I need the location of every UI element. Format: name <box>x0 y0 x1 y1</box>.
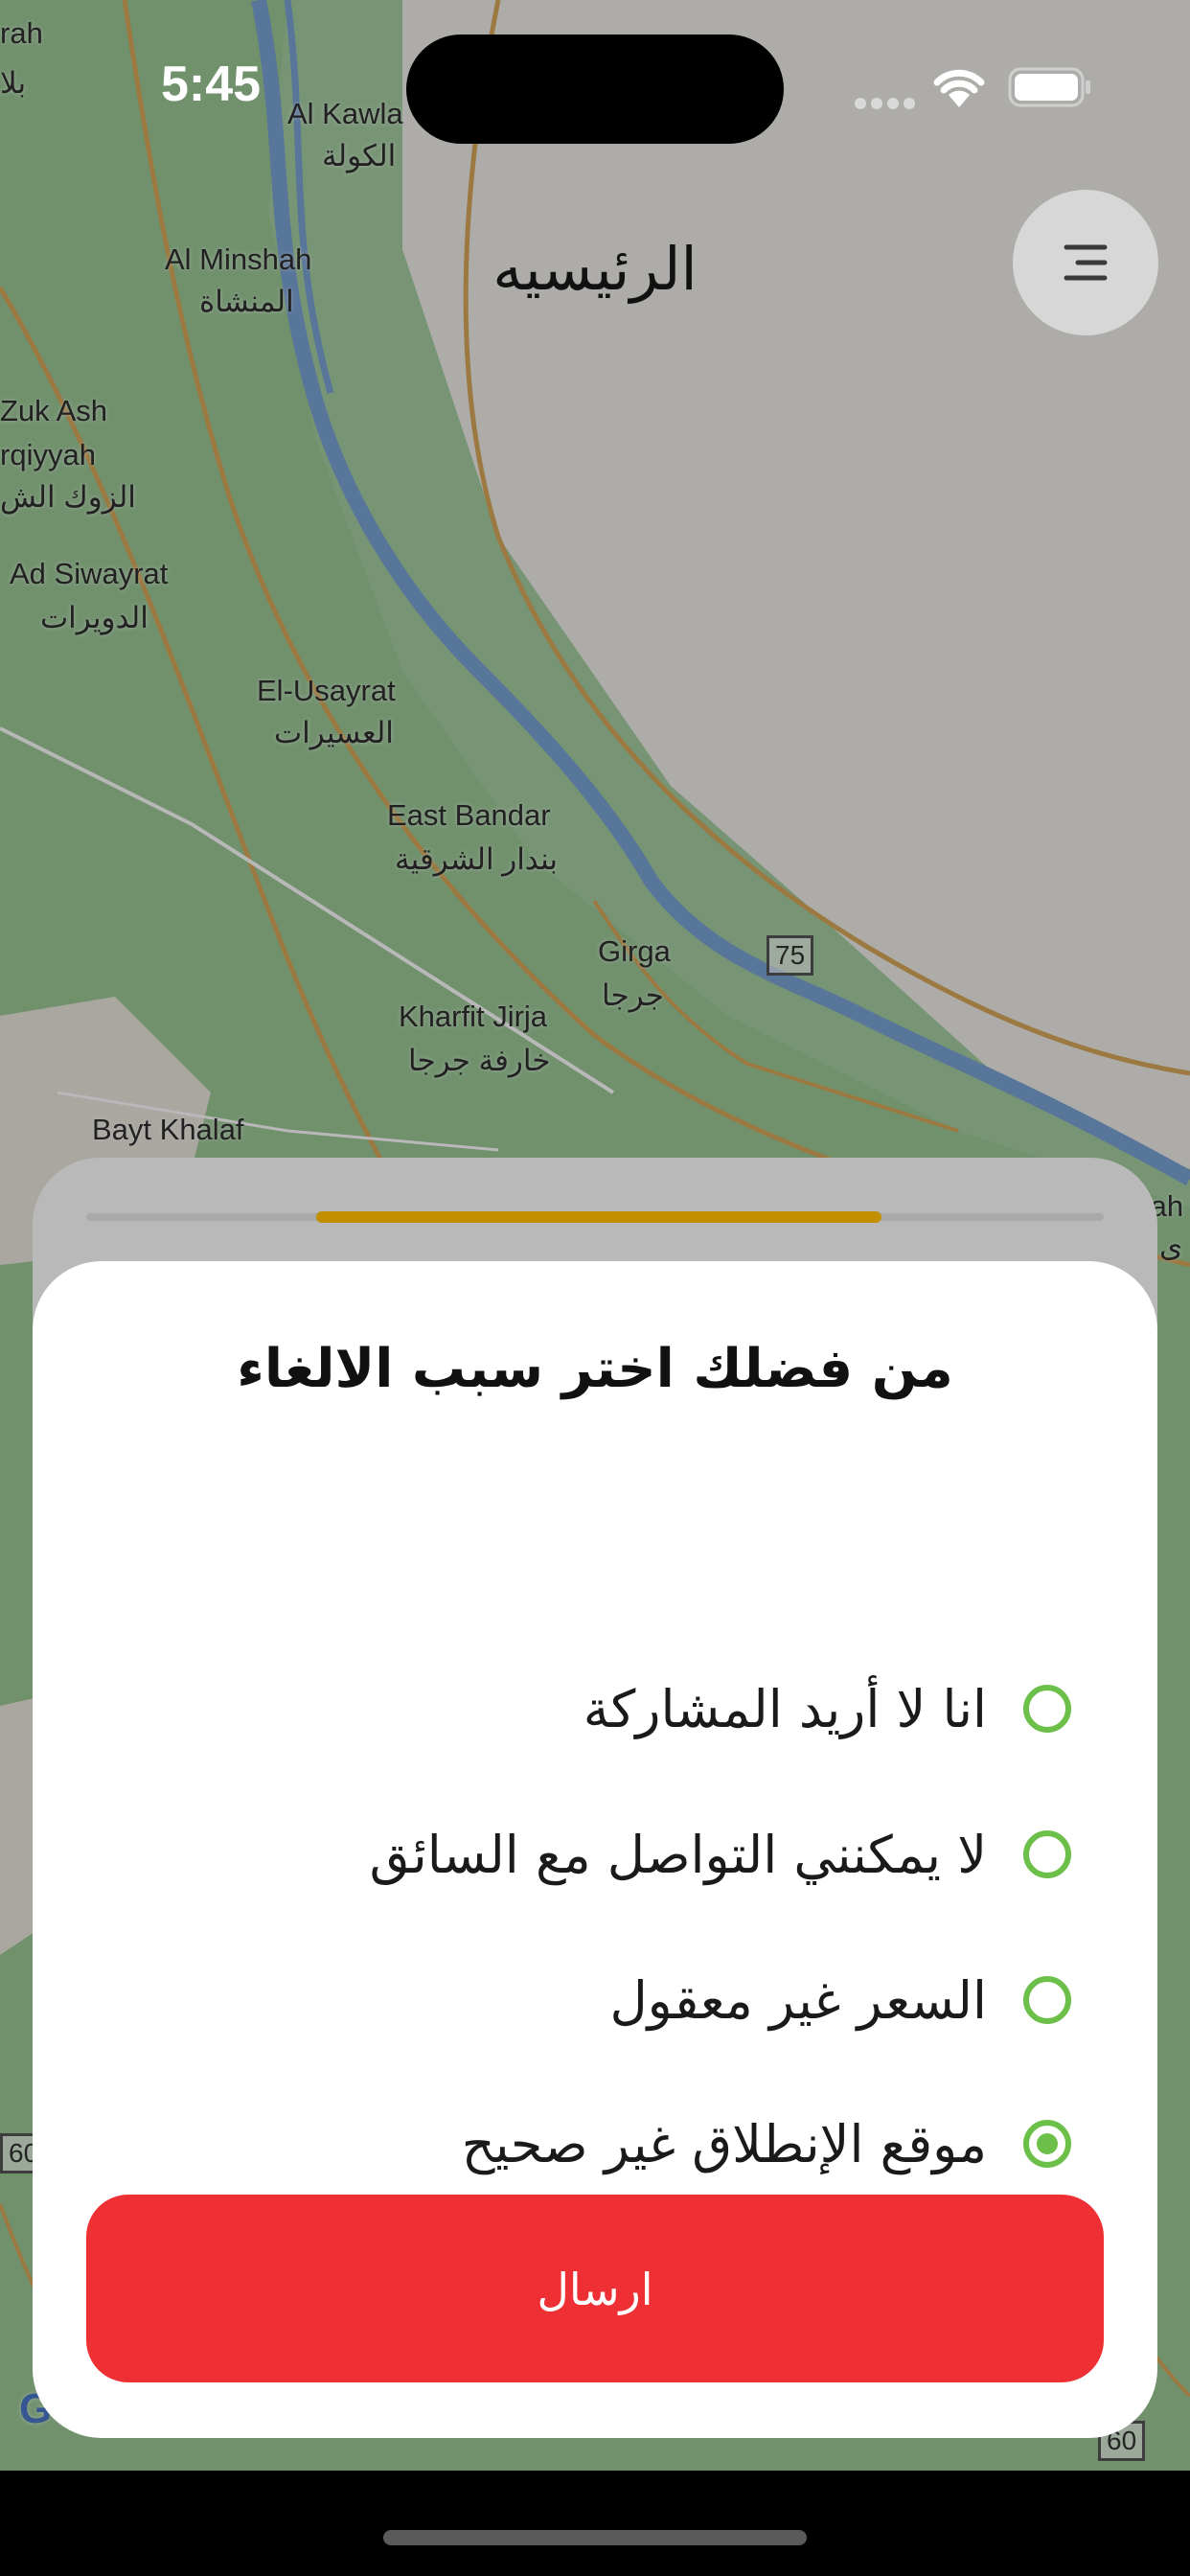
reason-label: السعر غير معقول <box>609 1969 987 2031</box>
submit-button[interactable]: ارسال <box>86 2195 1104 2382</box>
battery-icon <box>1008 67 1092 111</box>
wifi-icon <box>931 65 987 111</box>
progress-fill <box>316 1211 881 1223</box>
page-title: الرئيسيه <box>492 234 698 304</box>
reason-label: لا يمكنني التواصل مع السائق <box>369 1824 987 1885</box>
reason-option-wrong-pickup[interactable]: موقع الإنطلاق غير صحيح <box>113 2091 1071 2196</box>
radio-button[interactable] <box>1023 1685 1071 1733</box>
reason-option-cannot-reach-driver[interactable]: لا يمكنني التواصل مع السائق <box>113 1802 1071 1907</box>
cancel-reason-dialog: من فضلك اختر سبب الالغاء انا لا أريد الم… <box>33 1261 1157 2438</box>
radio-button-selected[interactable] <box>1023 2120 1071 2168</box>
menu-button[interactable] <box>1013 190 1158 335</box>
dialog-title: من فضلك اختر سبب الالغاء <box>237 1338 953 1400</box>
home-indicator[interactable] <box>383 2530 807 2545</box>
radio-button[interactable] <box>1023 1830 1071 1878</box>
signal-icon <box>855 96 916 114</box>
radio-button[interactable] <box>1023 1976 1071 2024</box>
reason-option-unreasonable-price[interactable]: السعر غير معقول <box>113 1947 1071 2053</box>
dynamic-island <box>406 34 784 144</box>
status-time: 5:45 <box>161 57 262 112</box>
status-bar: 5:45 <box>0 0 1190 144</box>
reason-label: انا لا أريد المشاركة <box>583 1678 987 1739</box>
reason-label: موقع الإنطلاق غير صحيح <box>461 2113 987 2174</box>
reason-option-not-participating[interactable]: انا لا أريد المشاركة <box>113 1656 1071 1761</box>
menu-icon <box>1061 238 1110 291</box>
